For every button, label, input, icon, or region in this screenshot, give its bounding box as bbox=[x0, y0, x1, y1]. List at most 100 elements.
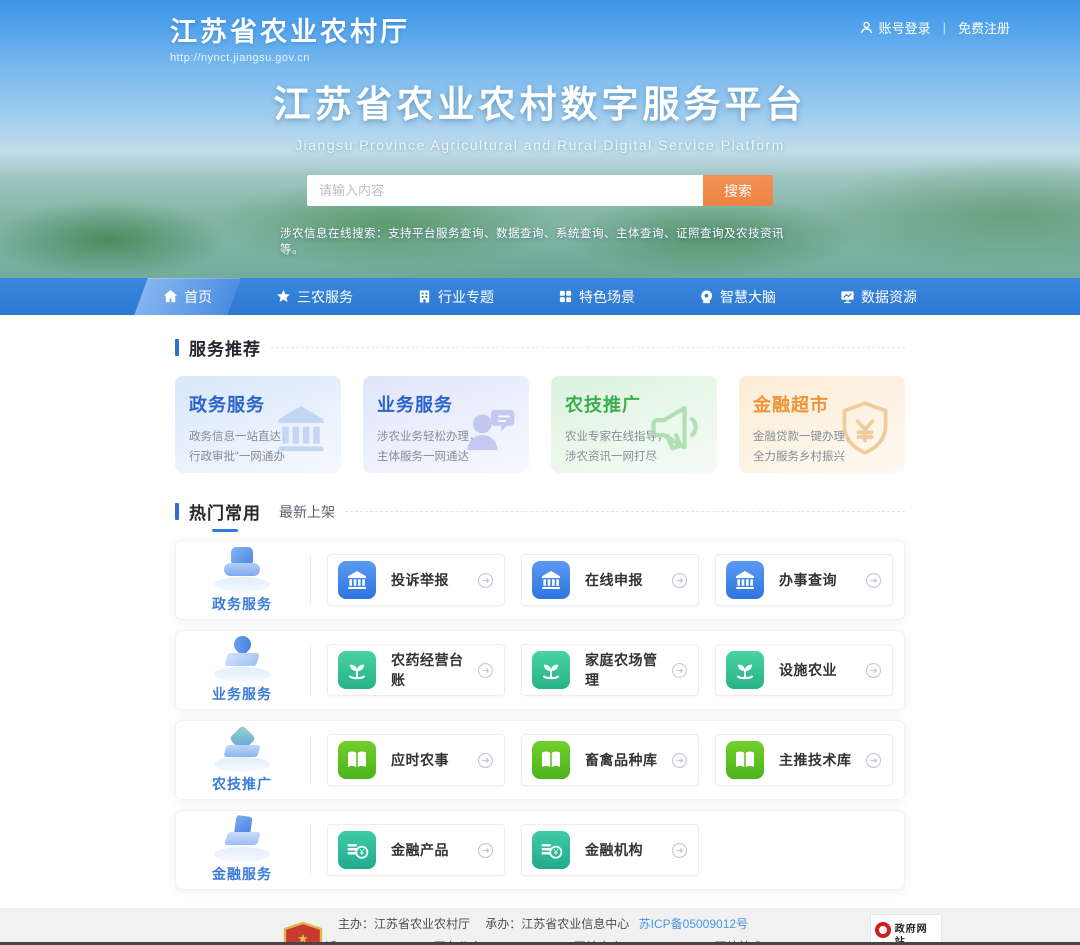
account-links: 账号登录 | 免费注册 bbox=[859, 18, 1010, 37]
service-category-label: 金融服务 bbox=[190, 864, 294, 884]
service-item[interactable]: 家庭农场管理 bbox=[521, 644, 699, 696]
arrow-circle-icon bbox=[477, 752, 494, 769]
megaphone-icon bbox=[647, 398, 707, 458]
dotted-divider bbox=[271, 347, 905, 348]
fin-illustration bbox=[209, 816, 275, 862]
arrow-circle-icon bbox=[477, 572, 494, 589]
nav-item-label: 智慧大脑 bbox=[720, 287, 776, 307]
hero-center: 江苏省农业农村数字服务平台 Jiangsu Province Agricultu… bbox=[0, 52, 1080, 257]
service-category-label: 农技推广 bbox=[190, 774, 294, 794]
service-item-label: 应时农事 bbox=[391, 750, 449, 770]
bank-icon bbox=[726, 561, 764, 599]
service-row-4: 金融服务 ¥ 金融产品 ¥ 金融机构 bbox=[175, 810, 905, 890]
hero-banner: 江苏省农业农村厅 http://nynct.jiangsu.gov.cn 账号登… bbox=[0, 0, 1080, 315]
main-nav: 首页 三农服务 行业专题特色场景 智慧大脑 数据资源 bbox=[0, 278, 1080, 315]
home-icon bbox=[163, 289, 178, 304]
login-link[interactable]: 账号登录 bbox=[879, 18, 931, 37]
topbar: 江苏省农业农村厅 http://nynct.jiangsu.gov.cn 账号登… bbox=[0, 0, 1080, 52]
nav-item-5[interactable]: 智慧大脑 bbox=[681, 278, 794, 315]
nav-item-label: 三农服务 bbox=[297, 287, 353, 307]
finance-icon: ¥ bbox=[338, 831, 376, 869]
site-url: http://nynct.jiangsu.gov.cn bbox=[170, 52, 410, 64]
svg-text:¥: ¥ bbox=[359, 848, 365, 857]
recommend-section-header: 服务推荐 bbox=[175, 335, 905, 360]
service-item[interactable]: ¥ 金融机构 bbox=[521, 824, 699, 876]
recommend-card-3[interactable]: 农技推广农业专家在线指导，涉农资讯一网打尽 bbox=[551, 376, 717, 473]
footer: ★ 主办：江苏省农业农村厅 承办：江苏省农业信息中心 苏ICP备05009012… bbox=[0, 908, 1080, 945]
service-item-label: 家庭农场管理 bbox=[585, 650, 671, 690]
vertical-divider bbox=[310, 825, 311, 875]
nav-item-6[interactable]: 数据资源 bbox=[822, 278, 935, 315]
book-icon bbox=[726, 741, 764, 779]
service-item[interactable]: 主推技术库 bbox=[715, 734, 893, 786]
footer-line1: 主办：江苏省农业农村厅 承办：江苏省农业信息中心 苏ICP备05009012号 bbox=[150, 915, 930, 932]
star-icon bbox=[276, 289, 291, 304]
nav-item-2[interactable]: 三农服务 bbox=[258, 278, 371, 315]
service-item[interactable]: 在线申报 bbox=[521, 554, 699, 606]
finance-icon: ¥ bbox=[532, 831, 570, 869]
site-brand[interactable]: 江苏省农业农村厅 http://nynct.jiangsu.gov.cn bbox=[170, 10, 410, 64]
service-item-label: 在线申报 bbox=[585, 570, 643, 590]
footer-sponsor: 主办：江苏省农业农村厅 bbox=[338, 917, 470, 931]
service-item[interactable]: 设施农业 bbox=[715, 644, 893, 696]
sprout-icon bbox=[338, 651, 376, 689]
service-category-label: 政务服务 bbox=[190, 594, 294, 614]
nav-item-3[interactable]: 行业专题 bbox=[399, 278, 512, 315]
gov-badge-icon bbox=[875, 922, 891, 938]
footer-organizer: 承办：江苏省农业信息中心 bbox=[485, 917, 629, 931]
service-item[interactable]: 畜禽品种库 bbox=[521, 734, 699, 786]
book-icon bbox=[532, 741, 570, 779]
service-item-label: 投诉举报 bbox=[391, 570, 449, 590]
section-accent-bar bbox=[175, 503, 179, 520]
service-item[interactable]: 应时农事 bbox=[327, 734, 505, 786]
service-item[interactable]: 办事查询 bbox=[715, 554, 893, 606]
service-item-label: 金融机构 bbox=[585, 840, 643, 860]
service-row-2: 业务服务农药经营台账 家庭农场管理 设施农业 bbox=[175, 630, 905, 710]
tab-hot-common[interactable]: 热门常用 bbox=[189, 499, 261, 524]
nav-item-label: 首页 bbox=[184, 287, 212, 307]
service-category[interactable]: 农技推广 bbox=[190, 726, 294, 794]
search-button[interactable]: 搜索 bbox=[703, 175, 773, 206]
service-item-label: 畜禽品种库 bbox=[585, 750, 658, 770]
vertical-divider bbox=[310, 645, 311, 695]
platform-subtitle: Jiangsu Province Agricultural and Rural … bbox=[0, 137, 1080, 153]
section-title-recommend: 服务推荐 bbox=[189, 335, 261, 360]
hot-section: 热门常用 最新上架 政务服务 投诉举报 在线申报 办事查询业务服务农药经营台账 家庭农场… bbox=[175, 499, 905, 890]
arrow-circle-icon bbox=[477, 842, 494, 859]
recommend-card-1[interactable]: 政务服务政务信息一站直达，行政审批“一网通办 bbox=[175, 376, 341, 473]
tech-illustration bbox=[209, 726, 275, 772]
person-chat-icon bbox=[459, 398, 519, 458]
recommend-section: 服务推荐 政务服务政务信息一站直达，行政审批“一网通办业务服务涉农业务轻松办理，… bbox=[175, 335, 905, 473]
search-input[interactable] bbox=[307, 175, 703, 206]
service-item-label: 设施农业 bbox=[779, 660, 837, 680]
footer-inner: ★ 主办：江苏省农业农村厅 承办：江苏省农业信息中心 苏ICP备05009012… bbox=[150, 908, 930, 945]
service-item[interactable]: ¥ 金融产品 bbox=[327, 824, 505, 876]
arrow-circle-icon bbox=[865, 662, 882, 679]
svg-text:¥: ¥ bbox=[553, 848, 559, 857]
search-bar: 搜索 bbox=[307, 175, 773, 206]
service-category[interactable]: 业务服务 bbox=[190, 636, 294, 704]
service-item-label: 办事查询 bbox=[779, 570, 837, 590]
arrow-circle-icon bbox=[477, 662, 494, 679]
nav-item-1[interactable]: 首页 bbox=[145, 278, 230, 315]
service-category[interactable]: 金融服务 bbox=[190, 816, 294, 884]
recommend-card-4[interactable]: 金融超市金融贷款一键办理，全力服务乡村振兴 bbox=[739, 376, 905, 473]
service-item[interactable]: 投诉举报 bbox=[327, 554, 505, 606]
bank-icon bbox=[532, 561, 570, 599]
section-accent-bar bbox=[175, 339, 179, 356]
tab-latest[interactable]: 最新上架 bbox=[279, 502, 335, 522]
service-item[interactable]: 农药经营台账 bbox=[327, 644, 505, 696]
biz-illustration bbox=[209, 636, 275, 682]
register-link[interactable]: 免费注册 bbox=[958, 18, 1010, 37]
bank-outline-icon bbox=[271, 398, 331, 458]
gov-site-badge[interactable]: 政府网站 bbox=[870, 914, 942, 945]
service-row-1: 政务服务 投诉举报 在线申报 办事查询 bbox=[175, 540, 905, 620]
service-item-label: 金融产品 bbox=[391, 840, 449, 860]
icp-link[interactable]: 苏ICP备05009012号 bbox=[639, 917, 748, 931]
sprout-icon bbox=[726, 651, 764, 689]
main-content: 服务推荐 政务服务政务信息一站直达，行政审批“一网通办业务服务涉农业务轻松办理，… bbox=[175, 315, 905, 890]
nav-item-4[interactable]: 特色场景 bbox=[540, 278, 653, 315]
topbar-separator: | bbox=[943, 20, 946, 35]
service-category[interactable]: 政务服务 bbox=[190, 546, 294, 614]
recommend-card-2[interactable]: 业务服务涉农业务轻松办理，主体服务一网通达 bbox=[363, 376, 529, 473]
